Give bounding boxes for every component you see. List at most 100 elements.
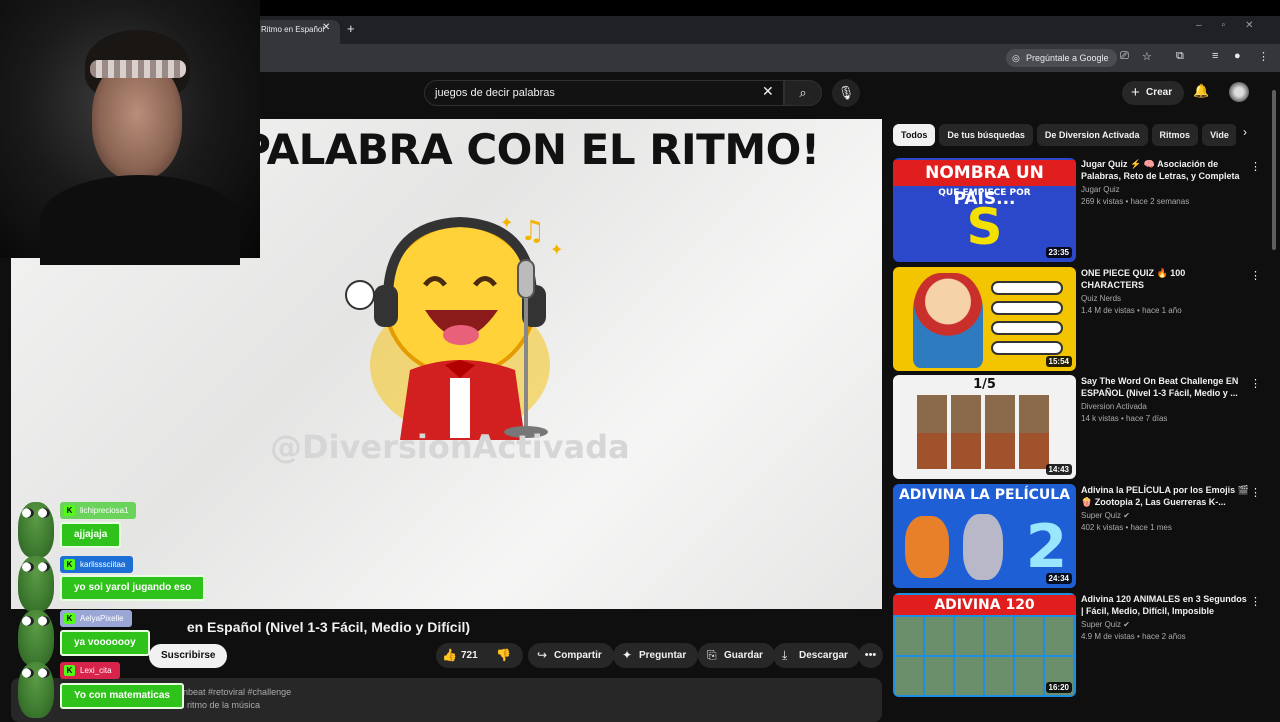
webcam-face xyxy=(92,60,182,180)
recommendation-item[interactable]: 15:54 ONE PIECE QUIZ 🔥 100 CHARACTERS Qui… xyxy=(893,267,1261,371)
more-options-icon[interactable]: ⋮ xyxy=(1250,269,1261,282)
recommendation-item[interactable]: ADIVINA LA PELÍCULA 2 24:34 Adivina la P… xyxy=(893,484,1261,588)
more-options-icon[interactable]: ⋮ xyxy=(1250,377,1261,390)
search-input[interactable]: juegos de decir palabras xyxy=(424,80,784,106)
window-controls[interactable]: –▫✕ xyxy=(1196,20,1274,31)
more-actions-icon[interactable]: ••• xyxy=(858,643,883,668)
recommendation-title[interactable]: Adivina la PELÍCULA por los Emojis 🎬 🍿 Z… xyxy=(1081,484,1249,508)
frog-avatar xyxy=(18,610,54,666)
sparkle-icon: ✦ xyxy=(622,648,633,662)
scrollbar-thumb[interactable] xyxy=(1272,90,1276,250)
recommendation-item[interactable]: NOMBRA UN PAÍS... QUE EMPIECE POR S 23:3… xyxy=(893,158,1261,262)
save-label: Guardar xyxy=(724,650,763,661)
extensions-icon[interactable]: ⧉ xyxy=(1176,50,1184,63)
views-age: 4.9 M de vistas • hace 2 años xyxy=(1081,632,1186,641)
recommendation-title[interactable]: ONE PIECE QUIZ 🔥 100 CHARACTERS xyxy=(1081,267,1249,291)
chip-todos[interactable]: Todos xyxy=(893,124,936,146)
recommendation-title[interactable]: Jugar Quiz ⚡ 🧠 Asociación de Palabras, R… xyxy=(1081,158,1249,182)
dislike-thumb-icon[interactable]: 👎 xyxy=(496,648,511,662)
media-controls-icon[interactable]: ≡ xyxy=(1212,50,1218,62)
recommendation-thumbnail[interactable]: ADIVINA LA PELÍCULA 2 24:34 xyxy=(893,484,1076,588)
chip-videos[interactable]: Vide xyxy=(1202,124,1237,146)
notifications-bell-icon[interactable]: 🔔 xyxy=(1193,83,1209,99)
more-options-icon[interactable]: ⋮ xyxy=(1250,160,1261,173)
download-label: Descargar xyxy=(799,650,848,661)
recommendation-thumbnail[interactable]: ADIVINA 120 ANIMALES 16:20 xyxy=(893,593,1076,697)
channel-name[interactable]: Super Quiz ✔ xyxy=(1081,511,1249,520)
chevron-right-icon[interactable]: › xyxy=(1236,125,1254,145)
download-icon: ⤓ xyxy=(782,648,788,662)
clear-search-icon[interactable]: ✕ xyxy=(762,83,774,100)
svg-text:✦: ✦ xyxy=(500,213,513,232)
new-tab-icon[interactable]: + xyxy=(347,21,355,36)
video-title-visible-part: en Español (Nivel 1-3 Fácil, Medio y Dif… xyxy=(186,619,471,635)
kick-icon: K xyxy=(64,559,75,570)
ask-button[interactable]: ✦ Preguntar xyxy=(613,643,699,668)
recommendation-thumbnail[interactable]: NOMBRA UN PAÍS... QUE EMPIECE POR S 23:3… xyxy=(893,158,1076,262)
bookmark-star-icon[interactable]: ☆ xyxy=(1142,50,1152,63)
views-age: 269 k vistas • hace 2 semanas xyxy=(1081,197,1190,206)
chat-text: ya vooooooy xyxy=(60,630,150,656)
download-button[interactable]: ⤓ Descargar xyxy=(773,643,860,668)
thumbnail-text: NOMBRA UN PAÍS... xyxy=(893,160,1076,209)
recommendation-thumbnail[interactable]: 15:54 xyxy=(893,267,1076,371)
streamer-webcam-overlay xyxy=(0,0,260,265)
more-options-icon[interactable]: ⋮ xyxy=(1250,486,1261,499)
chat-text: yo soi yarol jugando eso xyxy=(60,575,206,601)
views-age: 402 k vistas • hace 1 mes xyxy=(1081,523,1172,532)
thumbnail-text: 1/5 xyxy=(973,377,996,392)
cast-icon[interactable]: ⎚ xyxy=(1120,50,1129,63)
kick-icon: K xyxy=(64,613,75,624)
more-options-icon[interactable]: ⋮ xyxy=(1250,595,1261,608)
channel-name[interactable]: Jugar Quiz xyxy=(1081,185,1249,194)
profile-icon[interactable]: ● xyxy=(1234,50,1241,62)
duration-badge: 16:20 xyxy=(1045,682,1072,693)
channel-name[interactable]: Diversion Activada xyxy=(1081,402,1249,411)
bookmark-icon: ⎘ xyxy=(707,648,717,662)
thumbnail-letter: S xyxy=(966,198,1003,256)
chat-username: K Lexi_cita xyxy=(60,662,120,679)
chip-de-diversion-activada[interactable]: De Diversion Activada xyxy=(1036,124,1148,146)
search-button[interactable]: ⌕ xyxy=(784,80,822,106)
chip-ritmos[interactable]: Ritmos xyxy=(1151,124,1199,146)
kick-icon: K xyxy=(64,665,75,676)
ask-google-button[interactable]: ◎ Pregúntale a Google xyxy=(1006,49,1117,67)
fox-character xyxy=(905,516,949,578)
like-count[interactable]: 721 xyxy=(461,643,478,668)
recommendation-item[interactable]: ADIVINA 120 ANIMALES 16:20 Adivina 120 A… xyxy=(893,593,1261,697)
create-label: Crear xyxy=(1146,87,1173,98)
share-button[interactable]: ↪ Compartir xyxy=(528,643,614,668)
singing-emoji-mascot: ♫ ✦ ✦ xyxy=(345,213,563,440)
subscribe-button[interactable]: Suscribirse xyxy=(149,644,228,668)
anime-character xyxy=(913,273,983,368)
thumbnail-subtext: QUE EMPIECE POR xyxy=(938,188,1031,198)
account-avatar[interactable] xyxy=(1229,82,1249,102)
tab-title: Ritmo en Español xyxy=(261,25,325,34)
create-button[interactable]: + Crear xyxy=(1122,81,1185,105)
save-button[interactable]: ⎘ Guardar xyxy=(698,643,775,668)
channel-watermark: @DiversionActivada xyxy=(270,428,630,466)
thumbnail-number: 2 xyxy=(1025,512,1068,582)
microphone-icon: 🎙 xyxy=(837,85,855,100)
thumbnail-text: ADIVINA 120 ANIMALES xyxy=(893,595,1076,633)
tab-close-icon[interactable]: ✕ xyxy=(322,22,330,33)
duration-badge: 15:54 xyxy=(1045,356,1072,367)
recommendation-thumbnail[interactable]: 1/5 14:43 xyxy=(893,375,1076,479)
recommendation-title[interactable]: Say The Word On Beat Challenge EN ESPAÑO… xyxy=(1081,375,1249,399)
share-label: Compartir xyxy=(554,650,602,661)
like-thumb-icon[interactable]: 👍 xyxy=(442,648,457,662)
channel-name[interactable]: Quiz Nerds xyxy=(1081,294,1249,303)
duration-badge: 23:35 xyxy=(1045,247,1072,258)
channel-name[interactable]: Super Quiz ✔ xyxy=(1081,620,1249,629)
ask-google-label: Pregúntale a Google xyxy=(1026,53,1109,63)
picture-grid-row xyxy=(917,433,1053,469)
voice-search-button[interactable]: 🎙 xyxy=(832,79,860,107)
answer-option xyxy=(991,341,1063,355)
browser-menu-icon[interactable]: ⋮ xyxy=(1258,50,1269,63)
chip-de-tus-busquedas[interactable]: De tus búsquedas xyxy=(939,124,1033,146)
recommendation-item[interactable]: 1/5 14:43 Say The Word On Beat Challenge… xyxy=(893,375,1261,479)
description-line: uir el ritmo de la música xyxy=(165,700,261,710)
answer-option xyxy=(991,321,1063,335)
recommendation-title[interactable]: Adivina 120 ANIMALES en 3 Segundos | Fác… xyxy=(1081,593,1249,617)
plus-icon: + xyxy=(1131,84,1140,101)
